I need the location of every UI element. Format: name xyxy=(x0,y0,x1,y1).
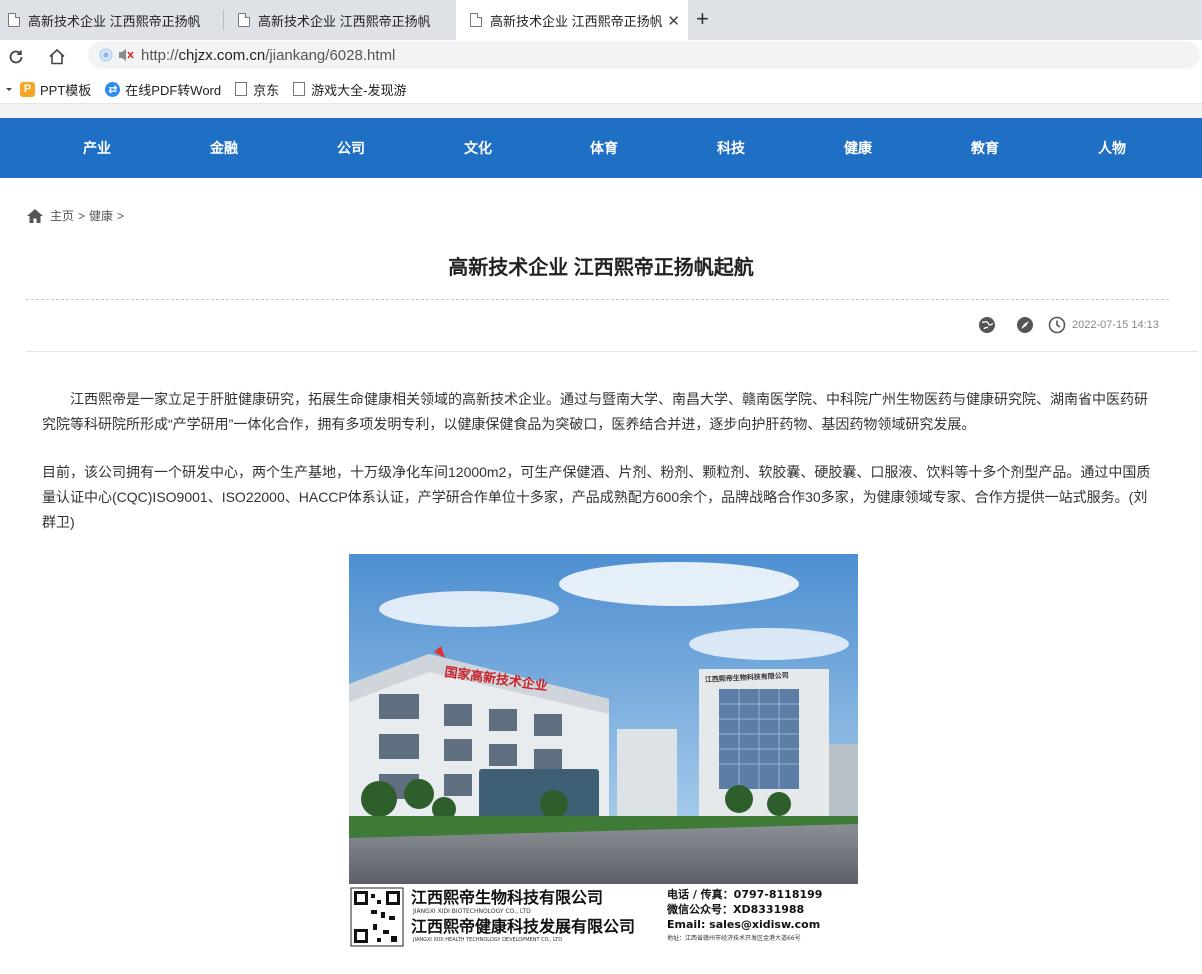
qr-code xyxy=(350,887,404,947)
bookmarks-bar: P PPT模板 ⇄ 在线PDF转Word 京东 游戏大全-发现游 xyxy=(0,75,1202,104)
bookmark-games[interactable]: 游戏大全-发现游 xyxy=(293,80,406,99)
close-tab-icon[interactable]: ✕ xyxy=(667,12,680,30)
nav-item-industry[interactable]: 产业 xyxy=(47,118,147,178)
nav-item-sports[interactable]: 体育 xyxy=(554,118,654,178)
breadcrumb-section-link[interactable]: 健康 xyxy=(89,207,113,224)
address-bar[interactable]: http://chjzx.com.cn/jiankang/6028.html xyxy=(88,41,1200,69)
browser-tab-1[interactable]: 高新技术企业 江西熙帝正扬帆起航 xyxy=(0,0,222,40)
breadcrumb-home-link[interactable]: 主页 xyxy=(50,207,74,224)
company-name-en-2: JIANGXI XIDI HEALTH TECHNOLOGY DEVELOPME… xyxy=(412,937,562,943)
company-name-2: 江西熙帝健康科技发展有限公司 xyxy=(411,917,635,936)
breadcrumb-separator: > xyxy=(78,208,86,223)
article-datetime: 2022-07-15 14:13 xyxy=(1072,319,1159,331)
page-icon xyxy=(8,13,20,27)
company-phone: 电话 / 传真：0797-8118199 xyxy=(667,887,822,901)
nav-item-culture[interactable]: 文化 xyxy=(428,118,528,178)
home-button[interactable] xyxy=(44,44,70,70)
breadcrumb: 主页 > 健康 > xyxy=(26,207,128,224)
company-name-en-1: JIANGXI XIDI BIOTECHNOLOGY CO., LTD xyxy=(412,908,531,915)
browser-tab-3-active[interactable]: 高新技术企业 江西熙帝正扬帆起航 ✕ xyxy=(456,0,688,40)
nav-item-tech[interactable]: 科技 xyxy=(681,118,781,178)
url-path: /jiankang/6028.html xyxy=(265,46,396,64)
url-scheme: http:// xyxy=(141,46,179,64)
company-address: 地址：江西省赣州市经济技术开发区金港大道66号 xyxy=(667,934,801,942)
bookmark-jd[interactable]: 京东 xyxy=(235,80,279,99)
company-name-1: 江西熙帝生物科技有限公司 xyxy=(411,888,603,907)
home-icon xyxy=(27,208,43,223)
browser-tab-2[interactable]: 高新技术企业 江西熙帝正扬帆起航 xyxy=(224,0,456,40)
article-meta: 2022-07-15 14:13 xyxy=(978,316,1159,334)
nav-item-health[interactable]: 健康 xyxy=(808,118,908,178)
tab-title: 高新技术企业 江西熙帝正扬帆起航 xyxy=(490,13,662,29)
pdf-convert-icon: ⇄ xyxy=(105,81,121,97)
article-paragraph-2: 目前，该公司拥有一个研发中心，两个生产基地，十万级净化车间12000m2，可生产… xyxy=(42,464,1151,530)
bookmark-pdf-word[interactable]: ⇄ 在线PDF转Word xyxy=(105,80,221,99)
url-text: http://chjzx.com.cn/jiankang/6028.html xyxy=(141,47,395,64)
clock-icon xyxy=(1048,316,1066,334)
ppt-icon: P xyxy=(20,81,35,97)
tab-strip: 高新技术企业 江西熙帝正扬帆起航 高新技术企业 江西熙帝正扬帆起航 高新技术企业… xyxy=(0,0,1202,40)
bookmark-label: 游戏大全-发现游 xyxy=(311,82,407,98)
title-divider xyxy=(26,299,1169,300)
page-top-gap xyxy=(0,104,1202,118)
globe-icon[interactable] xyxy=(978,316,996,334)
home-icon xyxy=(49,48,65,65)
reload-icon xyxy=(9,50,23,64)
site-nav: 产业 金融 公司 文化 体育 科技 健康 教育 人物 xyxy=(0,118,1202,178)
tab-title: 高新技术企业 江西熙帝正扬帆起航 xyxy=(258,13,430,29)
page-icon xyxy=(238,13,250,27)
meta-divider xyxy=(26,351,1198,352)
breadcrumb-separator: > xyxy=(117,208,125,223)
compass-icon[interactable] xyxy=(1016,316,1034,334)
nav-item-people[interactable]: 人物 xyxy=(1062,118,1162,178)
tab-title: 高新技术企业 江西熙帝正扬帆起航 xyxy=(28,13,200,29)
nav-item-finance[interactable]: 金融 xyxy=(174,118,274,178)
page-icon xyxy=(235,82,248,96)
nav-item-company[interactable]: 公司 xyxy=(301,118,401,178)
company-building-photo: 国家高新技术企业 江西熙帝生物科技有限公司 江西熙帝生物科技有限公司 JIANG… xyxy=(349,554,858,950)
article-title: 高新技术企业 江西熙帝正扬帆起航 xyxy=(448,257,754,279)
reload-button[interactable] xyxy=(3,44,29,70)
page-icon xyxy=(293,82,306,96)
company-wechat: 微信公众号：XD8331988 xyxy=(666,902,804,916)
apps-dropdown-icon[interactable] xyxy=(4,84,14,94)
article-paragraph-1: 江西熙帝是一家立足于肝脏健康研究，拓展生命健康相关领域的高新技术企业。通过与暨南… xyxy=(42,391,1148,432)
new-tab-button[interactable]: + xyxy=(696,6,709,32)
site-info-icon xyxy=(99,48,113,62)
bookmark-label: 在线PDF转Word xyxy=(125,82,222,98)
page-icon xyxy=(470,13,482,27)
url-host: chjzx.com.cn xyxy=(178,46,266,64)
article-photo: 国家高新技术企业 江西熙帝生物科技有限公司 江西熙帝生物科技有限公司 JIANG… xyxy=(349,554,858,950)
not-secure-icon xyxy=(119,49,134,61)
company-email: Email: sales@xidisw.com xyxy=(667,918,820,931)
bookmark-label: 京东 xyxy=(253,82,280,98)
bookmark-label: PPT模板 xyxy=(40,82,92,98)
nav-item-education[interactable]: 教育 xyxy=(935,118,1035,178)
bookmark-ppt[interactable]: P PPT模板 xyxy=(20,80,91,99)
